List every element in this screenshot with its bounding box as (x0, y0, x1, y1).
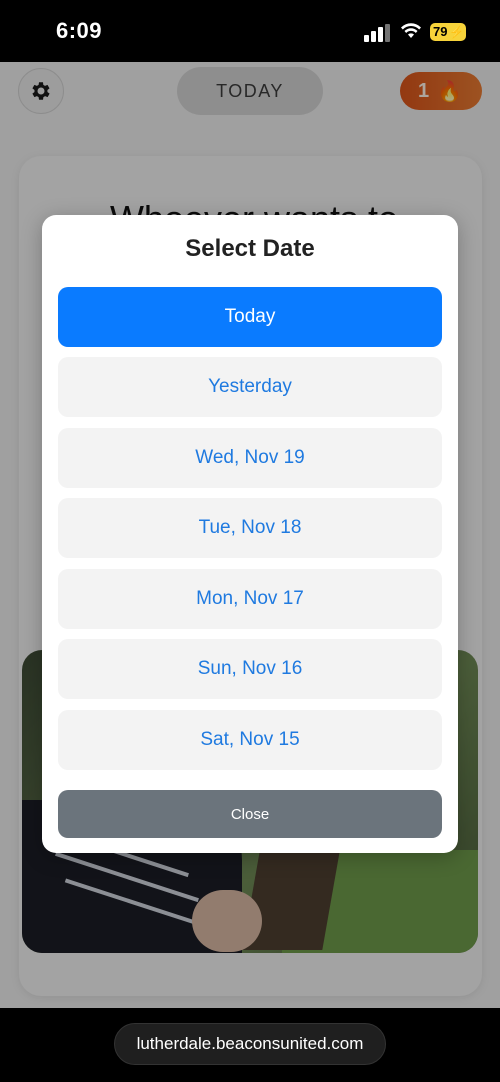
date-option-nov-17[interactable]: Mon, Nov 17 (58, 569, 442, 629)
date-option-today[interactable]: Today (58, 287, 442, 347)
wifi-icon (401, 23, 421, 38)
battery-level: 79 (433, 24, 448, 39)
cellular-signal-icon (364, 24, 390, 42)
date-option-yesterday[interactable]: Yesterday (58, 357, 442, 417)
browser-bottom-bar: lutherdale.beaconsunited.com (0, 1008, 500, 1082)
select-date-modal: Select Date Today Yesterday Wed, Nov 19 … (42, 215, 458, 853)
battery-indicator: 79 ⚡ (430, 23, 466, 41)
modal-title: Select Date (185, 235, 315, 262)
date-option-nov-19[interactable]: Wed, Nov 19 (58, 428, 442, 488)
date-option-nov-18[interactable]: Tue, Nov 18 (58, 498, 442, 558)
url-field[interactable]: lutherdale.beaconsunited.com (114, 1023, 386, 1065)
date-option-nov-16[interactable]: Sun, Nov 16 (58, 639, 442, 699)
status-time: 6:09 (56, 18, 103, 43)
charging-bolt-icon: ⚡ (449, 25, 464, 39)
status-bar: 6:09 79 ⚡ (0, 0, 500, 62)
date-option-nov-15[interactable]: Sat, Nov 15 (58, 710, 442, 770)
close-button[interactable]: Close (58, 790, 442, 838)
